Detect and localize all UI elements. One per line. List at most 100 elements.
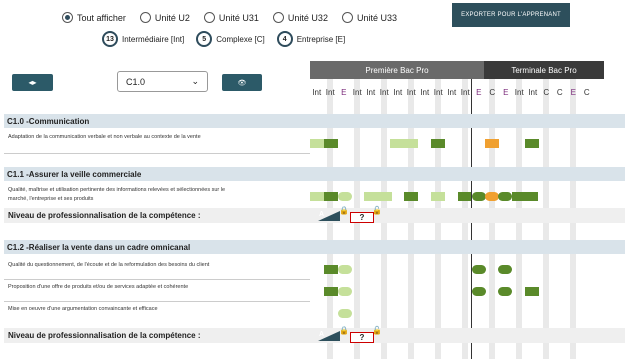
- row-questionnement: Qualité du questionnement, de l'écoute e…: [8, 262, 210, 268]
- eval-mark[interactable]: [338, 287, 352, 296]
- eval-mark[interactable]: [324, 265, 338, 274]
- section-c1-0[interactable]: C1.0 -Communication: [4, 114, 625, 128]
- eval-mark[interactable]: [324, 139, 338, 148]
- level-label: Niveau de professionnalisation de la com…: [8, 211, 201, 220]
- eval-mark[interactable]: [310, 192, 324, 201]
- arrows-icon: ◂▸: [28, 78, 37, 87]
- row-veille-2: marché, l'entreprise et ses produits: [8, 196, 94, 202]
- eval-mark[interactable]: [525, 139, 539, 148]
- eval-mark[interactable]: [458, 192, 471, 201]
- column-label: Int: [312, 88, 322, 97]
- eval-mark[interactable]: [485, 139, 499, 148]
- select-value: C1.0: [126, 76, 146, 87]
- collapse-button[interactable]: ◂▸: [12, 74, 53, 91]
- export-button[interactable]: EXPORTER POUR L'APPRENANT: [452, 3, 570, 27]
- row-divider: [4, 153, 310, 154]
- radio-dot: [341, 12, 353, 23]
- column-label: Int: [406, 88, 416, 97]
- column-label: Int: [528, 88, 538, 97]
- eval-mark[interactable]: [498, 287, 512, 296]
- eval-mark[interactable]: [472, 287, 486, 296]
- column-label: Int: [433, 88, 443, 97]
- level-complexe: 5 Complexe [C]: [196, 31, 265, 47]
- column-label: Int: [447, 88, 457, 97]
- eval-mark[interactable]: [324, 287, 338, 296]
- column-label: E: [503, 88, 509, 97]
- column-label: C: [556, 88, 563, 97]
- eval-mark[interactable]: [338, 265, 352, 274]
- eval-mark[interactable]: [431, 139, 445, 148]
- eval-mark[interactable]: [485, 192, 499, 201]
- column-label: E: [570, 88, 576, 97]
- unlock-icon: 🔓: [372, 326, 382, 335]
- radio-unite-u32[interactable]: Unité U32: [272, 12, 328, 23]
- eval-mark[interactable]: [324, 192, 338, 201]
- header-terminale: Terminale Bac Pro: [484, 61, 604, 79]
- level-label: Entreprise [E]: [296, 34, 346, 44]
- column-label: Int: [514, 88, 524, 97]
- radio-unite-u33[interactable]: Unité U33: [341, 12, 397, 23]
- level-label: Intermédiaire [Int]: [122, 34, 185, 44]
- unit-filter: Tout afficher Unité U2 Unité U31 Unité U…: [62, 12, 397, 23]
- row-divider: [4, 301, 310, 302]
- eval-mark[interactable]: [512, 192, 538, 201]
- eval-mark[interactable]: [472, 265, 486, 274]
- eval-mark[interactable]: [472, 192, 486, 201]
- column-label: Int: [379, 88, 389, 97]
- column-label: Int: [366, 88, 376, 97]
- column-label: Int: [393, 88, 403, 97]
- level-badge: A: [319, 331, 325, 338]
- unlock-icon: 🔓: [372, 206, 382, 215]
- lock-icon: 🔒: [339, 206, 349, 215]
- column-label: Int: [460, 88, 470, 97]
- row-argumentation: Mise en oeuvre d'une argumentation conva…: [8, 306, 158, 312]
- level-intermediaire: 13 Intermédiaire [Int]: [102, 31, 184, 47]
- level-badge: A: [319, 211, 325, 218]
- column-label: Int: [420, 88, 430, 97]
- section-title: C1.1 -Assurer la veille commerciale: [7, 169, 142, 179]
- header-premiere: Première Bac Pro: [310, 61, 484, 79]
- eval-mark[interactable]: [338, 192, 352, 201]
- section-c1-1[interactable]: C1.1 -Assurer la veille commerciale: [4, 167, 625, 181]
- row-communication: Adaptation de la communication verbale e…: [8, 134, 201, 140]
- radio-dot: [203, 12, 215, 23]
- row-veille-1: Qualité, maîtrise et utilisation pertine…: [8, 187, 226, 193]
- visibility-toggle-button[interactable]: 👁: [222, 74, 262, 91]
- column-label: Int: [325, 88, 335, 97]
- radio-unite-u31[interactable]: Unité U31: [203, 12, 259, 23]
- row-divider: [4, 279, 310, 280]
- radio-unite-u2[interactable]: Unité U2: [139, 12, 190, 23]
- level-question-box[interactable]: ?: [350, 332, 374, 343]
- column-labels: Int Int E Int Int Int Int Int Int Int Int Int E C E Int…: [310, 88, 594, 97]
- column-label: C: [583, 88, 590, 97]
- eval-mark[interactable]: [390, 139, 418, 148]
- eval-mark[interactable]: [338, 309, 352, 318]
- lock-icon: 🔒: [339, 326, 349, 335]
- eval-mark[interactable]: [404, 192, 418, 201]
- column-label: E: [341, 88, 347, 97]
- eval-mark[interactable]: [498, 265, 512, 274]
- level-question-box[interactable]: ?: [350, 212, 374, 223]
- radio-tout-afficher[interactable]: Tout afficher: [62, 12, 126, 23]
- eye-slash-icon: 👁: [237, 79, 247, 87]
- eval-mark[interactable]: [525, 287, 539, 296]
- section-c1-2[interactable]: C1.2 -Réaliser la vente dans un cadre om…: [4, 240, 625, 254]
- level-count: 13: [102, 31, 118, 47]
- eval-mark[interactable]: [364, 192, 392, 201]
- column-label: E: [476, 88, 482, 97]
- eval-mark[interactable]: [498, 192, 512, 201]
- row-proposition: Proposition d'une offre de produits et/o…: [8, 284, 189, 290]
- level-count: 5: [196, 31, 213, 47]
- radio-dot: [62, 12, 73, 23]
- radio-dot: [272, 12, 284, 23]
- level-legend: 13 Intermédiaire [Int] 5 Complexe [C] 4 Ent…: [102, 31, 345, 47]
- chevron-down-icon: ⌄: [191, 76, 199, 86]
- eval-mark[interactable]: [310, 139, 324, 148]
- eval-mark[interactable]: [431, 192, 445, 201]
- column-label: C: [543, 88, 550, 97]
- level-entreprise: 4 Entreprise [E]: [276, 31, 346, 47]
- section-title: C1.2 -Réaliser la vente dans un cadre om…: [7, 242, 191, 252]
- level-count: 4: [276, 31, 293, 47]
- section-title: C1.0 -Communication: [7, 116, 90, 126]
- competence-select[interactable]: C1.0 ⌄: [117, 71, 208, 92]
